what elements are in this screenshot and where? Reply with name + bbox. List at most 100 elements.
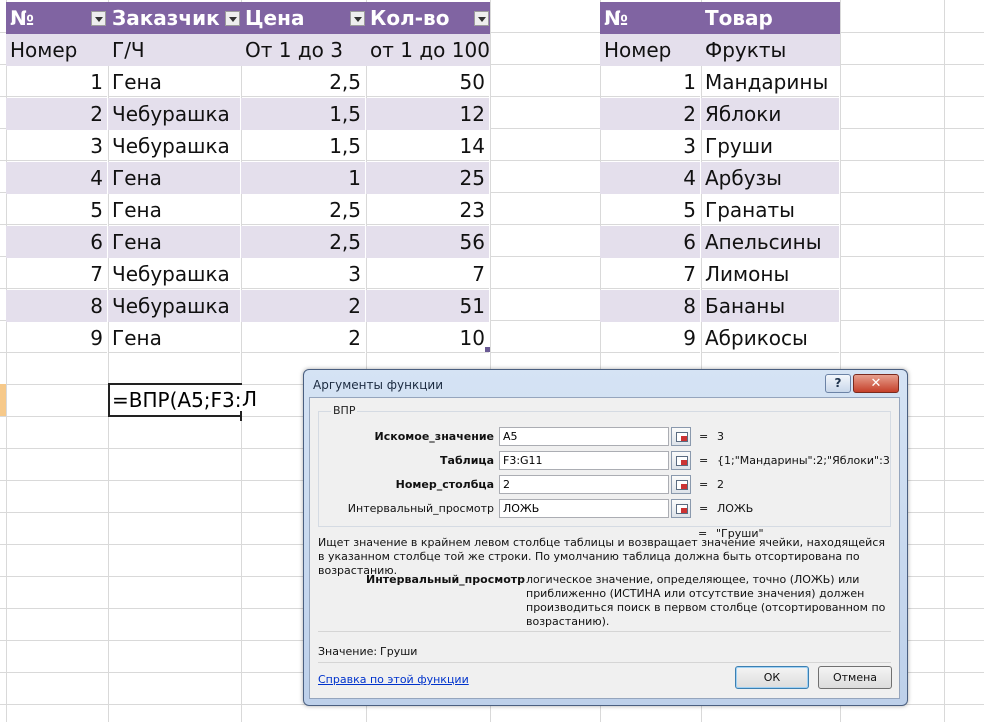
subheader-cell[interactable]: Фрукты xyxy=(701,34,840,66)
cell-number[interactable]: 8 xyxy=(600,290,701,322)
equals-sign: = xyxy=(699,502,709,515)
value-label: Значение: xyxy=(318,645,378,658)
table-row: 4 Арбузы xyxy=(600,162,840,194)
function-arguments-dialog: Аргументы функции ? ✕ ВПР Искомое_значен… xyxy=(303,369,908,706)
cell-number[interactable]: 3 xyxy=(600,130,701,162)
cell-number[interactable]: 7 xyxy=(6,258,108,290)
ok-button[interactable]: ОК xyxy=(735,666,809,689)
header-cell: Кол-во xyxy=(370,6,450,30)
subheader-cell[interactable]: от 1 до 100 xyxy=(366,34,490,66)
cell-customer[interactable]: Чебурашка xyxy=(108,258,241,290)
column-number-input[interactable]: 2 xyxy=(499,475,669,494)
cell-fruit[interactable]: Абрикосы xyxy=(701,322,840,354)
subheader-cell[interactable]: Номер xyxy=(600,34,701,66)
cell-number[interactable]: 4 xyxy=(600,162,701,194)
table-row: 6 Гена 2,5 56 xyxy=(6,226,490,258)
cell-quantity[interactable]: 50 xyxy=(366,66,490,98)
cell-customer[interactable]: Чебурашка xyxy=(108,98,241,130)
cell-number[interactable]: 5 xyxy=(6,194,108,226)
cell-price[interactable]: 1,5 xyxy=(241,130,366,162)
cell-quantity[interactable]: 51 xyxy=(366,290,490,322)
cell-customer[interactable]: Гена xyxy=(108,194,241,226)
cell-quantity[interactable]: 12 xyxy=(366,98,490,130)
arg-help-text: логическое значение, определяющее, точно… xyxy=(526,573,886,628)
range-lookup-input[interactable]: ЛОЖЬ xyxy=(499,499,669,518)
cell-fruit[interactable]: Мандарины xyxy=(701,66,840,98)
cell-number[interactable]: 9 xyxy=(6,322,108,354)
subheader-cell[interactable]: Номер xyxy=(6,34,108,66)
row-header-selected[interactable] xyxy=(0,384,6,416)
table-row: 5 Гена 2,5 23 xyxy=(6,194,490,226)
function-help-link[interactable]: Справка по этой функции xyxy=(318,673,469,686)
cell-customer[interactable]: Чебурашка xyxy=(108,130,241,162)
subheader-cell[interactable]: Г/Ч xyxy=(108,34,241,66)
table-row: 8 Чебурашка 2 51 xyxy=(6,290,490,322)
cell-quantity[interactable]: 23 xyxy=(366,194,490,226)
range-picker-icon[interactable] xyxy=(671,499,691,518)
cell-quantity[interactable]: 10 xyxy=(366,322,490,354)
cell-number[interactable]: 3 xyxy=(6,130,108,162)
range-picker-icon[interactable] xyxy=(671,451,691,470)
cancel-button[interactable]: Отмена xyxy=(818,666,892,689)
arg-result: {1;"Мандарины":2;"Яблоки":3;"Груш xyxy=(717,454,889,467)
cell-number[interactable]: 6 xyxy=(600,226,701,258)
cell-customer[interactable]: Гена xyxy=(108,226,241,258)
cell-price[interactable]: 1,5 xyxy=(241,98,366,130)
cell-price[interactable]: 1 xyxy=(241,162,366,194)
cell-price[interactable]: 2 xyxy=(241,322,366,354)
cell-customer[interactable]: Чебурашка xyxy=(108,290,241,322)
lookup-value-input[interactable]: A5 xyxy=(499,427,669,446)
table-array-input[interactable]: F3:G11 xyxy=(499,451,669,470)
help-button[interactable]: ? xyxy=(825,374,851,393)
cell-fruit[interactable]: Яблоки xyxy=(701,98,840,130)
active-cell-formula[interactable]: =ВПР(A5;F3:G11;2; xyxy=(108,383,242,417)
cell-fruit[interactable]: Груши xyxy=(701,130,840,162)
filter-dropdown-icon[interactable] xyxy=(350,11,365,26)
cell-number[interactable]: 9 xyxy=(600,322,701,354)
fill-handle[interactable] xyxy=(240,411,242,421)
cell-price[interactable]: 2,5 xyxy=(241,66,366,98)
arg-label-lookup-value: Искомое_значение xyxy=(374,430,494,443)
arg-label-table: Таблица xyxy=(440,454,494,467)
filter-dropdown-icon[interactable] xyxy=(91,11,106,26)
cell-number[interactable]: 7 xyxy=(600,258,701,290)
cell-fruit[interactable]: Лимоны xyxy=(701,258,840,290)
table-row: 9 Абрикосы xyxy=(600,322,840,354)
cell-number[interactable]: 5 xyxy=(600,194,701,226)
cell-quantity[interactable]: 25 xyxy=(366,162,490,194)
cell-quantity[interactable]: 56 xyxy=(366,226,490,258)
cell-number[interactable]: 6 xyxy=(6,226,108,258)
table-resize-handle[interactable] xyxy=(485,347,490,352)
cell-price[interactable]: 3 xyxy=(241,258,366,290)
cell-number[interactable]: 2 xyxy=(6,98,108,130)
cell-number[interactable]: 1 xyxy=(600,66,701,98)
cell-fruit[interactable]: Апельсины xyxy=(701,226,840,258)
subheader-cell[interactable]: От 1 до 3 xyxy=(241,34,366,66)
separator xyxy=(318,662,891,663)
cell-number[interactable]: 2 xyxy=(600,98,701,130)
cell-number[interactable]: 1 xyxy=(6,66,108,98)
table-row: 1 Гена 2,5 50 xyxy=(6,66,490,98)
range-picker-icon[interactable] xyxy=(671,475,691,494)
arg-label-range-lookup: Интервальный_просмотр xyxy=(347,502,494,515)
filter-dropdown-icon[interactable] xyxy=(225,11,240,26)
cell-customer[interactable]: Гена xyxy=(108,322,241,354)
close-button[interactable]: ✕ xyxy=(853,374,899,393)
cell-customer[interactable]: Гена xyxy=(108,66,241,98)
filter-dropdown-icon[interactable] xyxy=(474,11,489,26)
cell-quantity[interactable]: 7 xyxy=(366,258,490,290)
cell-fruit[interactable]: Бананы xyxy=(701,290,840,322)
table-subheader-row: Номер Фрукты xyxy=(600,34,840,66)
cell-number[interactable]: 4 xyxy=(6,162,108,194)
cell-number[interactable]: 8 xyxy=(6,290,108,322)
cell-customer[interactable]: Гена xyxy=(108,162,241,194)
cell-fruit[interactable]: Арбузы xyxy=(701,162,840,194)
arguments-group: ВПР Искомое_значение A5 = 3 Таблица F3:G… xyxy=(318,404,891,527)
cell-price[interactable]: 2,5 xyxy=(241,226,366,258)
cell-price[interactable]: 2,5 xyxy=(241,194,366,226)
range-picker-icon[interactable] xyxy=(671,427,691,446)
cell-price[interactable]: 2 xyxy=(241,290,366,322)
cell-fruit[interactable]: Гранаты xyxy=(701,194,840,226)
cell-quantity[interactable]: 14 xyxy=(366,130,490,162)
header-cell: Заказчик xyxy=(112,6,220,30)
